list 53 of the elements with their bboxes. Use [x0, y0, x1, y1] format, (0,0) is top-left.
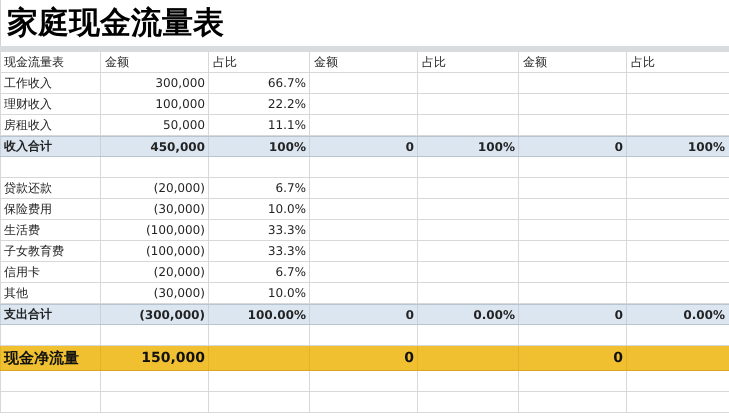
- column-header: 金额: [522, 54, 548, 70]
- total-cell-text: 100%: [476, 138, 516, 156]
- table-cell-text: (20,000): [152, 180, 206, 197]
- total-cell-text: 100.00%: [246, 306, 307, 324]
- total-cell-text: 0: [404, 306, 415, 324]
- table-cell-text: 11.1%: [266, 117, 307, 134]
- row-label: 工作收入: [3, 74, 53, 92]
- total-cell-text: (300,000): [138, 306, 206, 324]
- table-cell-text: 10.0%: [266, 285, 307, 302]
- column-header: 占比: [630, 54, 656, 70]
- row-label: 子女教育费: [3, 242, 65, 260]
- total-cell-text: 450,000: [149, 138, 206, 156]
- column-header: 金额: [313, 54, 339, 70]
- row-label: 其他: [3, 284, 29, 302]
- total-cell-text: 0.00%: [682, 306, 726, 324]
- total-cell-text: 0.00%: [472, 306, 516, 324]
- table-cell-text: (30,000): [152, 201, 206, 218]
- row-label: 生活费: [3, 222, 41, 238]
- table-cell-text: 6.7%: [274, 264, 307, 281]
- table-cell-text: (30,000): [152, 285, 206, 302]
- sheet-title: 家庭现金流量表: [7, 8, 224, 38]
- table-cell-text: 10.0%: [266, 201, 307, 218]
- row-label: 信用卡: [3, 264, 41, 280]
- column-header: 金额: [104, 54, 130, 70]
- table-cell-text: 22.2%: [266, 96, 307, 113]
- column-header: 现金流量表: [3, 54, 65, 70]
- table-cell-text: 300,000: [154, 75, 206, 92]
- net-flow-cell-text: 0: [403, 349, 415, 368]
- net-flow-cell-text: 150,000: [140, 349, 206, 368]
- table-cell-text: 66.7%: [266, 75, 307, 92]
- total-cell-text: 100%: [686, 138, 726, 156]
- table-cell-text: 33.3%: [266, 243, 307, 260]
- net-flow-label: 现金净流量: [2, 348, 80, 368]
- table-cell-text: 33.3%: [266, 222, 307, 239]
- column-header: 占比: [212, 54, 238, 70]
- table-cell-text: 6.7%: [274, 180, 307, 197]
- total-label: 收入合计: [3, 138, 53, 155]
- table-cell-text: (100,000): [145, 243, 206, 260]
- total-cell-text: 0: [404, 138, 415, 156]
- total-cell-text: 0: [614, 306, 624, 324]
- row-label: 保险费用: [3, 200, 53, 218]
- net-flow-cell-text: 0: [612, 349, 624, 368]
- table-cell-text: (20,000): [152, 264, 206, 281]
- total-cell-text: 100%: [268, 138, 307, 156]
- table-cell-text: 100,000: [154, 96, 206, 113]
- row-label: 房租收入: [3, 116, 53, 134]
- total-label: 支出合计: [3, 306, 53, 323]
- total-cell-text: 0: [614, 138, 624, 156]
- row-label: 理财收入: [3, 96, 53, 112]
- column-header: 占比: [421, 54, 447, 70]
- table-cell-text: 50,000: [162, 117, 206, 134]
- table-cell-text: (100,000): [145, 222, 206, 239]
- row-label: 贷款还款: [3, 180, 53, 196]
